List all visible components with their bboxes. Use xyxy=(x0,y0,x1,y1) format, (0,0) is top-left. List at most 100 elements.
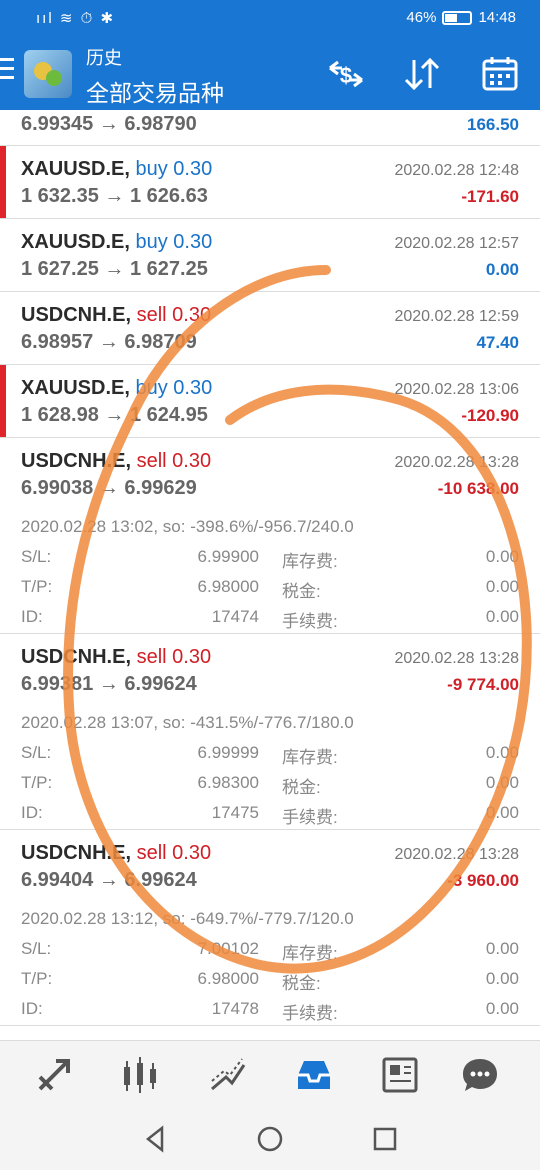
tp-label: T/P: xyxy=(21,773,53,792)
system-nav-bar xyxy=(0,1108,540,1170)
trade-open-detail: 2020.02.28 13:02, so: -398.6%/-956.7/240… xyxy=(21,517,354,536)
swap-value: 0.00 xyxy=(485,547,519,566)
tax-value: 0.00 xyxy=(485,969,519,988)
recents-icon[interactable] xyxy=(368,1122,402,1156)
signal-icons: ııl ≋ ⏱ ✱ xyxy=(36,10,116,27)
trade-profit: 47.40 xyxy=(476,333,519,352)
tax-value: 0.00 xyxy=(485,773,519,792)
sl-label: S/L: xyxy=(21,939,52,958)
swap-label: 库存费: xyxy=(282,552,338,571)
id-label: ID: xyxy=(21,803,43,822)
id-label: ID: xyxy=(21,607,43,626)
chart-icon[interactable] xyxy=(118,1053,162,1097)
trade-history-list: 6.99345 → 6.98790 166.50 XAUUSD.E, buy 0… xyxy=(0,110,540,1026)
trade-open-detail: 2020.02.28 13:07, so: -431.5%/-776.7/180… xyxy=(21,713,354,732)
calendar-icon[interactable] xyxy=(478,52,522,96)
back-icon[interactable] xyxy=(138,1122,172,1156)
tp-label: T/P: xyxy=(21,969,53,988)
trade-row[interactable]: XAUUSD.E, buy 0.30 1 627.25 → 1 627.25 2… xyxy=(0,219,540,292)
status-right: 46% 14:48 xyxy=(406,9,516,26)
trade-row[interactable]: XAUUSD.E, buy 0.30 1 628.98 → 1 624.95 2… xyxy=(0,365,540,438)
trade-symbol: XAUUSD.E, buy 0.30 xyxy=(21,377,213,399)
trade-prices: 1 628.98 → 1 624.95 xyxy=(21,404,208,426)
trade-profit: 0.00 xyxy=(485,260,519,279)
trade-prices: 6.99345 → 6.98790 xyxy=(21,113,197,135)
trade-side: sell 0.30 xyxy=(136,646,212,668)
app-header: 历史 全部交易品种 $ xyxy=(0,38,540,110)
trade-prices: 1 627.25 → 1 627.25 xyxy=(21,258,208,280)
id-value: 17475 xyxy=(211,803,259,822)
trade-side: buy 0.30 xyxy=(135,231,213,253)
id-label: ID: xyxy=(21,999,43,1018)
trade-row-expanded[interactable]: USDCNH.E, sell 0.30 6.99404 → 6.99624 20… xyxy=(0,830,540,1026)
swap-value: 0.00 xyxy=(485,743,519,762)
trade-time: 2020.02.28 13:28 xyxy=(394,454,519,471)
trade-prices: 1 632.35 → 1 626.63 xyxy=(21,185,208,207)
trade-row[interactable]: XAUUSD.E, buy 0.30 1 632.35 → 1 626.63 2… xyxy=(0,146,540,219)
trade-side: sell 0.30 xyxy=(136,450,212,472)
status-bar: ııl ≋ ⏱ ✱ 46% 14:48 xyxy=(0,0,540,38)
chat-icon[interactable] xyxy=(458,1053,502,1097)
trade-side: buy 0.30 xyxy=(135,158,213,180)
fee-label: 手续费: xyxy=(282,1004,338,1023)
sl-value: 6.99999 xyxy=(197,743,259,762)
trade-time: 2020.02.28 12:57 xyxy=(394,235,519,252)
trade-profit: -3 960.00 xyxy=(447,871,519,890)
trade-row-expanded[interactable]: USDCNH.E, sell 0.30 6.99038 → 6.99629 20… xyxy=(0,438,540,634)
history-icon[interactable] xyxy=(292,1053,336,1097)
battery-icon xyxy=(442,10,473,25)
currency-exchange-icon[interactable]: $ xyxy=(324,52,368,96)
clock: 14:48 xyxy=(478,9,516,26)
trade-time: 2020.02.28 12:59 xyxy=(394,308,519,325)
loss-marker xyxy=(0,365,6,437)
trade-prices: 6.99381 → 6.99624 xyxy=(21,673,197,695)
fee-value: 0.00 xyxy=(485,607,519,626)
trade-icon[interactable] xyxy=(206,1053,250,1097)
trade-row-expanded[interactable]: USDCNH.E, sell 0.30 6.99381 → 6.99624 20… xyxy=(0,634,540,830)
tp-value: 6.98000 xyxy=(197,577,259,596)
sl-value: 7.00102 xyxy=(197,939,259,958)
symbol-filter[interactable]: 全部交易品种 xyxy=(86,74,224,108)
tax-label: 税金: xyxy=(282,582,321,601)
app-logo xyxy=(24,50,72,98)
menu-icon[interactable] xyxy=(0,58,14,85)
tax-value: 0.00 xyxy=(485,577,519,596)
bottom-nav xyxy=(0,1040,540,1108)
trade-profit: -171.60 xyxy=(461,187,519,206)
trade-profit: -9 774.00 xyxy=(447,675,519,694)
trade-symbol: XAUUSD.E, buy 0.30 xyxy=(21,158,213,180)
loss-marker xyxy=(0,146,6,218)
svg-text:$: $ xyxy=(340,63,352,88)
id-value: 17474 xyxy=(211,607,259,626)
trade-row[interactable]: USDCNH.E, sell 0.30 6.98957 → 6.98709 20… xyxy=(0,292,540,365)
trade-side: sell 0.30 xyxy=(136,304,212,326)
quotes-icon[interactable] xyxy=(32,1053,76,1097)
trade-profit: -10 638.00 xyxy=(437,479,519,498)
trade-prices: 6.99038 → 6.99629 xyxy=(21,477,197,499)
trade-time: 2020.02.28 12:48 xyxy=(394,162,519,179)
tp-label: T/P: xyxy=(21,577,53,596)
trade-row[interactable]: 6.99345 → 6.98790 166.50 xyxy=(0,110,540,146)
sort-icon[interactable] xyxy=(400,52,444,96)
home-icon[interactable] xyxy=(253,1122,287,1156)
trade-side: buy 0.30 xyxy=(135,377,213,399)
fee-value: 0.00 xyxy=(485,999,519,1018)
trade-symbol: XAUUSD.E, buy 0.30 xyxy=(21,231,213,253)
trade-open-detail: 2020.02.28 13:12, so: -649.7%/-779.7/120… xyxy=(21,909,354,928)
trade-time: 2020.02.28 13:28 xyxy=(394,846,519,863)
tp-value: 6.98300 xyxy=(197,773,259,792)
page-title: 历史 xyxy=(86,48,122,68)
trade-prices: 6.99404 → 6.99624 xyxy=(21,869,197,891)
trade-symbol: USDCNH.E, sell 0.30 xyxy=(21,646,212,668)
battery-percent: 46% xyxy=(406,9,437,26)
trade-prices: 6.98957 → 6.98709 xyxy=(21,331,197,353)
fee-label: 手续费: xyxy=(282,612,338,631)
sl-label: S/L: xyxy=(21,547,52,566)
swap-label: 库存费: xyxy=(282,748,338,767)
sl-value: 6.99900 xyxy=(197,547,259,566)
tax-label: 税金: xyxy=(282,974,321,993)
swap-value: 0.00 xyxy=(485,939,519,958)
news-icon[interactable] xyxy=(378,1053,422,1097)
fee-value: 0.00 xyxy=(485,803,519,822)
tp-value: 6.98000 xyxy=(197,969,259,988)
